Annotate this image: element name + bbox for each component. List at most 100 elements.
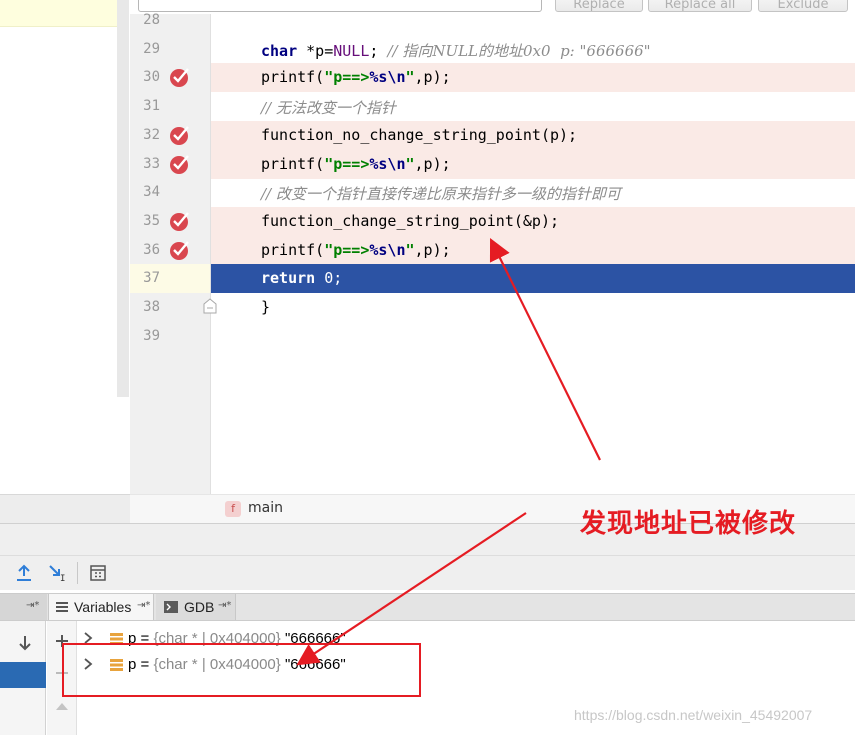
line-number: 39 xyxy=(143,327,160,344)
gutter-cell[interactable]: 34 xyxy=(130,178,210,207)
code-text: printf("p==>%s\n",p); xyxy=(261,241,451,259)
code-line[interactable]: 38} xyxy=(130,293,855,322)
code-line[interactable]: 36 printf("p==>%s\n",p); xyxy=(130,235,855,265)
code-text: function_change_string_point(&p); xyxy=(261,212,559,230)
gutter-cell[interactable]: 30 xyxy=(130,63,210,92)
step-out-icon[interactable] xyxy=(15,564,33,582)
format-token: %s\n xyxy=(369,240,406,259)
variable-type: {char * | 0x404000} xyxy=(153,630,281,647)
line-number: 31 xyxy=(143,98,160,115)
move-up-icon[interactable] xyxy=(55,701,69,711)
code-line[interactable]: 35 function_change_string_point(&p); xyxy=(130,206,855,236)
code-line[interactable]: 34 // 改变一个指针直接传递比原来指针多一级的指针即可 xyxy=(130,178,855,207)
string-token: " xyxy=(405,68,415,87)
variable-row[interactable]: p = {char * | 0x404000} "666666" xyxy=(78,653,855,679)
code-line[interactable]: 29 char *p=NULL; // 指向NULL的地址0x0 p: "6666… xyxy=(130,35,855,64)
code-token: ; xyxy=(369,41,388,60)
pin-icon[interactable]: ⇥* xyxy=(137,600,150,611)
variable-row[interactable]: p = {char * | 0x404000} "666666" xyxy=(78,627,855,653)
gutter-cell[interactable]: 29 xyxy=(130,35,210,64)
code-token: printf( xyxy=(261,154,325,173)
gutter-cell[interactable]: 37 xyxy=(130,264,210,294)
line-highlight xyxy=(211,322,855,351)
list-icon xyxy=(56,602,68,612)
code-text: } xyxy=(261,298,270,316)
code-line[interactable]: 39 xyxy=(130,322,855,351)
code-text: // 改变一个指针直接传递比原来指针多一级的指针即可 xyxy=(261,183,621,204)
line-number: 28 xyxy=(143,12,160,28)
gutter-cell[interactable]: 36 xyxy=(130,236,210,265)
comment-token: // 改变一个指针直接传递比原来指针多一级的指针即可 xyxy=(261,185,621,204)
line-number: 33 xyxy=(143,155,160,172)
gutter-cell[interactable]: 35 xyxy=(130,207,210,236)
string-token: " xyxy=(405,240,415,259)
gutter-cell[interactable]: 33 xyxy=(130,150,210,179)
string-token: "p==> xyxy=(324,240,370,259)
line-number: 35 xyxy=(143,212,160,229)
code-text: return 0; xyxy=(261,269,342,287)
pin-icon[interactable]: ⇥* xyxy=(218,600,231,611)
pin-icon[interactable]: ⇥* xyxy=(26,600,39,611)
variable-value: "666666" xyxy=(280,630,346,647)
breakpoint-verified-icon[interactable] xyxy=(169,153,191,175)
expand-chevron-icon[interactable] xyxy=(82,657,94,671)
annotation-label: 发现地址已被修改 xyxy=(580,509,797,539)
line-number: 36 xyxy=(143,241,160,258)
line-highlight xyxy=(211,293,855,322)
variable-type: {char * | 0x404000} xyxy=(153,656,281,673)
field-icon xyxy=(110,633,123,645)
code-token: printf( xyxy=(261,68,325,87)
string-token: "p==> xyxy=(324,154,370,173)
variables-toolbar xyxy=(47,621,77,735)
left-panel-scrollbar[interactable] xyxy=(117,0,129,397)
tab-variables[interactable]: Variables ⇥* xyxy=(48,594,154,620)
code-line[interactable]: 31 // 无法改变一个指针 xyxy=(130,92,855,121)
code-line[interactable]: 33 printf("p==>%s\n",p); xyxy=(130,149,855,179)
line-number: 30 xyxy=(143,69,160,86)
toolbar-divider xyxy=(77,562,78,584)
variable-entry: p = {char * | 0x404000} "666666" xyxy=(128,656,346,673)
code-line[interactable]: 32 function_no_change_string_point(p); xyxy=(130,120,855,150)
comment-token: // 指向NULL的地址0x0 p: "666666" xyxy=(387,41,651,60)
gutter-cell[interactable]: 38 xyxy=(130,293,210,322)
tab-frames[interactable]: ⇥* xyxy=(0,594,47,620)
string-token: "p==> xyxy=(324,68,370,87)
code-line[interactable]: 28 xyxy=(130,6,855,35)
minus-icon[interactable] xyxy=(55,671,69,675)
code-line[interactable]: 30 printf("p==>%s\n",p); xyxy=(130,63,855,93)
code-token: ,p); xyxy=(414,68,451,87)
keyword-token: char xyxy=(261,41,298,60)
frame-item-selected[interactable] xyxy=(0,662,46,688)
breakpoint-verified-icon[interactable] xyxy=(169,66,191,88)
line-number: 38 xyxy=(143,299,160,315)
fold-marker-icon[interactable] xyxy=(202,298,218,314)
expand-chevron-icon[interactable] xyxy=(82,631,94,645)
gutter-cell[interactable]: 32 xyxy=(130,121,210,150)
string-token: " xyxy=(405,154,415,173)
code-token: ,p); xyxy=(414,240,451,259)
code-text: printf("p==>%s\n",p); xyxy=(261,155,451,173)
project-panel-header xyxy=(0,0,128,27)
arrow-down-icon[interactable] xyxy=(18,635,32,651)
comment-token: // 无法改变一个指针 xyxy=(261,99,396,118)
code-text: // 无法改变一个指针 xyxy=(261,97,396,118)
code-text: function_no_change_string_point(p); xyxy=(261,126,577,144)
gutter-cell[interactable]: 28 xyxy=(130,6,210,35)
breakpoint-verified-icon[interactable] xyxy=(169,210,191,232)
breakpoint-verified-icon[interactable] xyxy=(169,124,191,146)
tab-gdb[interactable]: GDB ⇥* xyxy=(156,594,236,620)
format-token: %s\n xyxy=(369,154,406,173)
run-to-cursor-icon[interactable]: I xyxy=(48,564,66,582)
gutter-cell[interactable]: 31 xyxy=(130,92,210,121)
code-line-current[interactable]: 37 return 0; xyxy=(130,264,855,294)
breadcrumb-function-name[interactable]: main xyxy=(248,500,283,516)
format-token: %s\n xyxy=(369,68,406,87)
code-token: } xyxy=(261,298,271,316)
breakpoint-verified-icon[interactable] xyxy=(169,239,191,261)
code-token: 0; xyxy=(315,269,343,288)
debug-tab-bar: ⇥* Variables ⇥* GDB ⇥* xyxy=(0,593,855,621)
line-number: 34 xyxy=(143,184,160,201)
evaluate-expression-icon[interactable] xyxy=(89,564,107,582)
gutter-cell[interactable]: 39 xyxy=(130,322,210,351)
plus-icon[interactable] xyxy=(55,634,69,648)
